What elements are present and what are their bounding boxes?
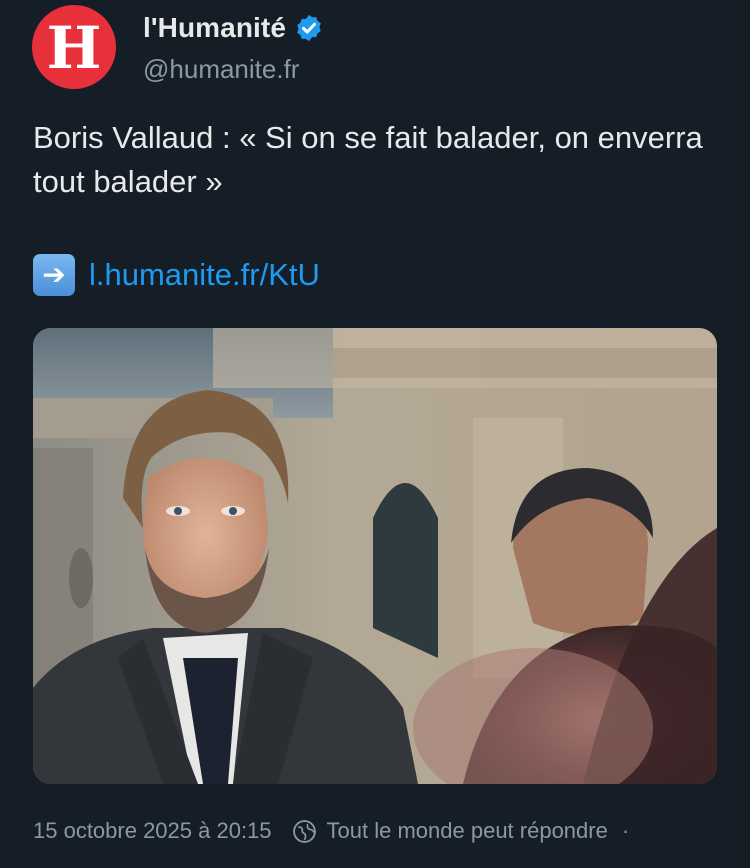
tweet-header: H l'Humanité @humanite.fr	[32, 5, 324, 89]
footer-separator: ·	[621, 818, 630, 843]
author-handle[interactable]: @humanite.fr	[143, 54, 324, 85]
right-arrow-emoji-icon: ➔	[33, 254, 75, 296]
tweet-timestamp[interactable]: 15 octobre 2025 à 20:15	[33, 818, 272, 844]
tweet-text: Boris Vallaud : « Si on se fait balader,…	[33, 120, 703, 199]
author-name-row[interactable]: l'Humanité	[143, 12, 324, 44]
tweet-footer: 15 octobre 2025 à 20:15 Tout le monde pe…	[33, 818, 629, 844]
photo-image	[33, 328, 717, 784]
article-link[interactable]: l.humanite.fr/KtU	[89, 257, 320, 293]
avatar[interactable]: H	[32, 5, 116, 89]
avatar-letter: H	[46, 14, 102, 82]
globe-icon	[292, 819, 316, 843]
reply-setting: Tout le monde peut répondre	[326, 818, 608, 843]
author-info: l'Humanité @humanite.fr	[143, 12, 324, 85]
link-row: ➔ l.humanite.fr/KtU	[33, 254, 320, 296]
verified-badge-icon	[297, 14, 321, 42]
tweet-photo[interactable]	[33, 328, 717, 784]
author-display-name[interactable]: l'Humanité	[143, 12, 286, 44]
